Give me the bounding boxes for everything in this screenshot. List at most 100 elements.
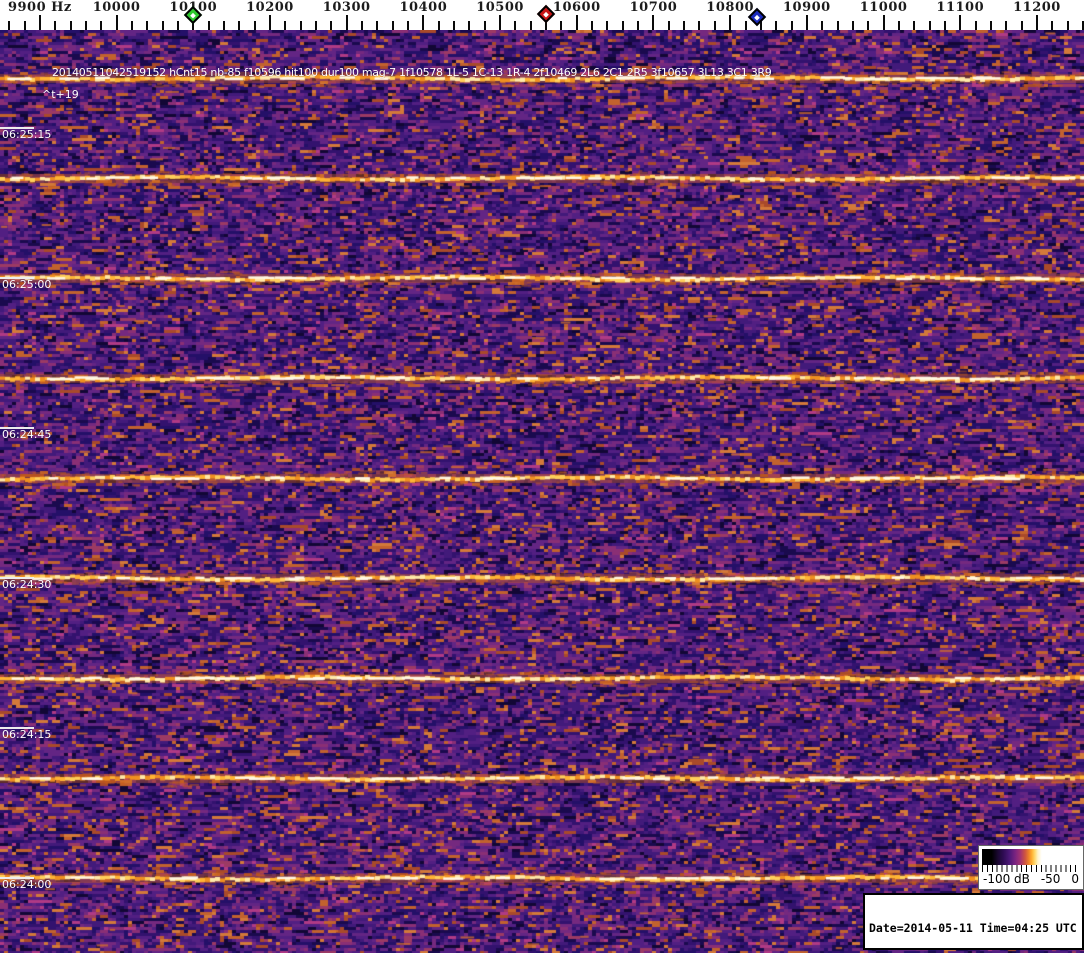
minor-frequency-tick [698, 21, 701, 30]
frequency-label: 10700 [629, 0, 678, 15]
minor-frequency-tick [1020, 21, 1023, 30]
minor-frequency-tick [100, 21, 103, 30]
minor-frequency-tick [330, 21, 333, 30]
minor-frequency-tick [1066, 21, 1069, 30]
minor-frequency-tick [913, 21, 916, 30]
minor-frequency-tick [560, 21, 563, 30]
minor-frequency-tick [253, 21, 256, 30]
minor-frequency-tick [744, 21, 747, 30]
frequency-label: 10800 [706, 0, 755, 15]
minor-frequency-tick [989, 21, 992, 30]
time-label: 06:24:00 [2, 878, 52, 891]
app-window: 9900 Hz100001010010200103001040010500106… [0, 0, 1084, 953]
minor-frequency-tick [621, 21, 624, 30]
minor-frequency-tick [222, 21, 225, 30]
minor-frequency-tick [176, 21, 179, 30]
minor-frequency-tick [836, 21, 839, 30]
minor-frequency-tick [1005, 21, 1008, 30]
frequency-label: 11000 [859, 0, 908, 15]
minor-frequency-tick [84, 21, 87, 30]
minor-frequency-tick [284, 21, 287, 30]
legend-label-mid: -50 [1040, 872, 1061, 886]
minor-frequency-tick [943, 21, 946, 30]
frequency-label: 10300 [322, 0, 371, 15]
minor-frequency-tick [130, 21, 133, 30]
major-frequency-tick [422, 15, 425, 30]
legend-label-min: -100 dB [983, 872, 1030, 886]
info-date-line: Date=2014-05-11 Time=04:25 UTC [869, 921, 1077, 936]
minor-frequency-tick [8, 21, 11, 30]
minor-frequency-tick [974, 21, 977, 30]
time-label: 06:25:00 [2, 278, 52, 291]
spectrogram-canvas [0, 30, 1084, 953]
frequency-label: 10200 [246, 0, 294, 15]
major-frequency-tick [729, 15, 732, 30]
minor-frequency-tick [867, 21, 870, 30]
minor-frequency-tick [69, 21, 72, 30]
major-frequency-tick [345, 15, 348, 30]
minor-frequency-tick [391, 21, 394, 30]
frequency-label: 11200 [1013, 0, 1061, 15]
minor-frequency-tick [376, 21, 379, 30]
major-frequency-tick [1035, 15, 1038, 30]
minor-frequency-tick [775, 21, 778, 30]
frequency-label: 10600 [552, 0, 601, 15]
minor-frequency-tick [407, 21, 410, 30]
time-cursor-label: ^t+19 [42, 88, 79, 101]
minor-frequency-tick [299, 21, 302, 30]
frequency-label: 10500 [476, 0, 524, 15]
color-scale-labels: -100 dB -50 0 [982, 872, 1080, 886]
minor-frequency-tick [238, 21, 241, 30]
detection-log-text: 20140511042519152 hCnt15 nb-85 f10596 hi… [52, 66, 772, 79]
marker-center-dot [754, 14, 760, 20]
minor-frequency-tick [468, 21, 471, 30]
frequency-label: 9900 Hz [7, 0, 72, 15]
major-frequency-tick [38, 15, 41, 30]
observation-info-box: Date=2014-05-11 Time=04:25 UTC Freq=143 … [863, 893, 1084, 950]
frequency-label: 10400 [399, 0, 448, 15]
color-gradient-bar [982, 849, 1080, 865]
color-scale-legend: -100 dB -50 0 [978, 845, 1084, 890]
minor-frequency-tick [667, 21, 670, 30]
minor-frequency-tick [851, 21, 854, 30]
frequency-label: 10000 [92, 0, 141, 15]
minor-frequency-tick [606, 21, 609, 30]
minor-frequency-tick [928, 21, 931, 30]
major-frequency-tick [959, 15, 962, 30]
frequency-label: 10900 [782, 0, 831, 15]
legend-label-max: 0 [1071, 872, 1079, 886]
minor-frequency-tick [713, 21, 716, 30]
minor-frequency-tick [790, 21, 793, 30]
minor-frequency-tick [361, 21, 364, 30]
marker-center-dot [190, 12, 197, 18]
minor-frequency-tick [161, 21, 164, 30]
minor-frequency-tick [1051, 21, 1054, 30]
time-label: 06:24:30 [2, 578, 52, 591]
minor-frequency-tick [514, 21, 517, 30]
minor-frequency-tick [483, 21, 486, 30]
time-label: 06:24:15 [2, 728, 52, 741]
minor-frequency-tick [821, 21, 824, 30]
minor-frequency-tick [23, 21, 26, 30]
marker-center-dot [543, 11, 549, 17]
minor-frequency-tick [146, 21, 149, 30]
minor-frequency-tick [529, 21, 532, 30]
time-label: 06:24:45 [2, 428, 52, 441]
minor-frequency-tick [637, 21, 640, 30]
minor-frequency-tick [207, 21, 210, 30]
color-scale-ticks [982, 865, 1080, 872]
major-frequency-tick [882, 15, 885, 30]
minor-frequency-tick [437, 21, 440, 30]
frequency-label: 11100 [936, 0, 985, 15]
major-frequency-tick [115, 15, 118, 30]
major-frequency-tick [499, 15, 502, 30]
time-label: 06:25:15 [2, 128, 52, 141]
major-frequency-tick [652, 15, 655, 30]
frequency-ruler: 9900 Hz100001010010200103001040010500106… [0, 0, 1084, 30]
minor-frequency-tick [897, 21, 900, 30]
minor-frequency-tick [453, 21, 456, 30]
minor-frequency-tick [591, 21, 594, 30]
major-frequency-tick [268, 15, 271, 30]
major-frequency-tick [805, 15, 808, 30]
minor-frequency-tick [54, 21, 57, 30]
